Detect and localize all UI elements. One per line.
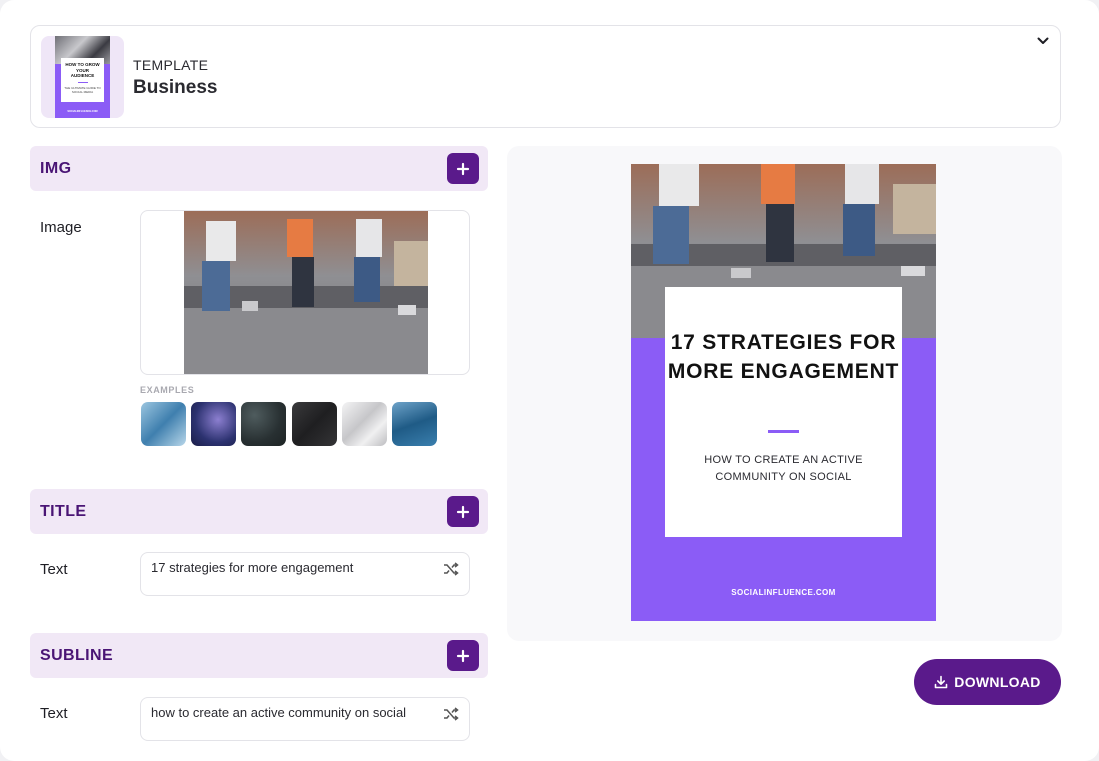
example-swatch-cracked-slate[interactable]: [292, 402, 337, 446]
title-text-value: 17 strategies for more engagement: [151, 560, 354, 575]
template-selector[interactable]: HOW TO GROW YOUR AUDIENCE THE ULTIMATE G…: [30, 25, 1061, 128]
poster-divider: [768, 430, 799, 433]
poster-subline: HOW TO CREATE AN ACTIVE COMMUNITY ON SOC…: [704, 454, 863, 483]
plus-icon: [456, 162, 470, 175]
app-window: HOW TO GROW YOUR AUDIENCE THE ULTIMATE G…: [0, 0, 1099, 761]
section-subline-title: SUBLINE: [40, 647, 114, 664]
download-button[interactable]: DOWNLOAD: [914, 659, 1061, 705]
section-img-header: IMG: [30, 146, 488, 191]
thumbnail-title: HOW TO GROW YOUR AUDIENCE: [65, 62, 100, 78]
add-subline-button[interactable]: [447, 640, 479, 671]
subline-field-label: Text: [40, 705, 68, 722]
title-field-label: Text: [40, 561, 68, 578]
chevron-down-icon[interactable]: [1036, 34, 1050, 48]
poster-title: 17 STRATEGIES FOR MORE ENGAGEMENT: [667, 331, 900, 383]
add-img-button[interactable]: [447, 153, 479, 184]
template-name: Business: [133, 77, 218, 98]
example-swatch-dark-pebbles[interactable]: [241, 402, 286, 446]
download-label: DOWNLOAD: [954, 674, 1041, 690]
shuffle-icon[interactable]: [443, 561, 459, 577]
title-text-input[interactable]: 17 strategies for more engagement: [140, 552, 470, 596]
thumbnail-footer: SOCIALINFLUENCE.COM: [67, 110, 98, 113]
example-swatch-galaxy[interactable]: [191, 402, 236, 446]
image-upload-box[interactable]: [140, 210, 470, 375]
selected-image: [184, 211, 428, 374]
poster-footer: SOCIALINFLUENCE.COM: [731, 588, 836, 597]
section-img-title: IMG: [40, 160, 72, 177]
plus-icon: [456, 649, 470, 662]
plus-icon: [456, 505, 470, 518]
shuffle-icon[interactable]: [443, 706, 459, 722]
add-title-button[interactable]: [447, 496, 479, 527]
examples-label: EXAMPLES: [140, 385, 195, 395]
subline-text-input[interactable]: how to create an active community on soc…: [140, 697, 470, 741]
download-icon: [934, 675, 948, 689]
example-swatch-ocean-waves[interactable]: [392, 402, 437, 446]
example-swatch-blue-ice[interactable]: [141, 402, 186, 446]
template-label: TEMPLATE: [133, 57, 209, 73]
example-swatch-white-silk[interactable]: [342, 402, 387, 446]
template-thumbnail: HOW TO GROW YOUR AUDIENCE THE ULTIMATE G…: [41, 36, 124, 118]
thumbnail-subline: THE ULTIMATE GUIDE TO SOCIAL MEDIA: [64, 85, 101, 94]
subline-text-value: how to create an active community on soc…: [151, 705, 407, 720]
section-title-header: TITLE: [30, 489, 488, 534]
section-subline-header: SUBLINE: [30, 633, 488, 678]
poster-card: 17 STRATEGIES FOR MORE ENGAGEMENT HOW TO…: [665, 287, 902, 537]
section-title-title: TITLE: [40, 503, 87, 520]
image-field-label: Image: [40, 219, 82, 236]
